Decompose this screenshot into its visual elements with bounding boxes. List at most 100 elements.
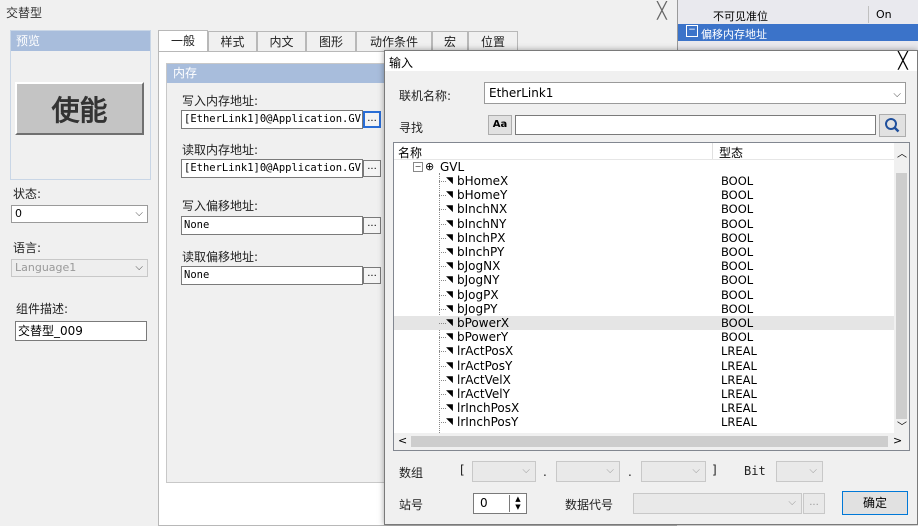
variable-row[interactable]: ◥ bJogPY BOOL xyxy=(394,302,894,316)
variable-row[interactable]: ◥ lrInchPosY LREAL xyxy=(394,415,894,429)
property-name: 不可见准位 xyxy=(713,10,768,23)
variable-icon: ◥ xyxy=(446,247,453,257)
tab-general[interactable]: 一般 xyxy=(158,30,208,52)
connection-value: EtherLink1 xyxy=(489,86,554,100)
search-icon xyxy=(885,118,900,133)
read-offset-browse-button[interactable]: ... xyxy=(363,267,381,284)
scroll-up-icon[interactable]: ︿ xyxy=(897,145,907,160)
variable-row[interactable]: ◥ lrActPosX LREAL xyxy=(394,344,894,358)
tree-branch-line xyxy=(439,365,446,367)
read-offset-label: 读取偏移地址: xyxy=(182,250,259,264)
data-code-browse-button[interactable]: ... xyxy=(803,493,825,514)
tab-text[interactable]: 内文 xyxy=(257,31,306,51)
preview-button[interactable]: 使能 xyxy=(15,82,144,135)
search-button[interactable] xyxy=(879,114,906,137)
read-offset-field[interactable]: None xyxy=(181,266,363,285)
description-input[interactable]: 交替型_009 xyxy=(15,321,147,341)
ok-button[interactable]: 确定 xyxy=(842,491,908,515)
variable-row[interactable]: ◥ bHomeY BOOL xyxy=(394,188,894,202)
state-label: 状态: xyxy=(13,187,42,201)
array-index-3-select[interactable]: ⌵ xyxy=(641,461,706,482)
variable-list[interactable]: 名称 型态 − ⊕ GVL ◥ bHomeX BOOL ◥ bHomeY BOOL ◥ bIn… xyxy=(393,142,910,451)
variable-row[interactable]: ◥ bInchPX BOOL xyxy=(394,231,894,245)
memory-group: 内存 写入内存地址: [EtherLink1]0@Application.GV … xyxy=(166,63,386,483)
variable-name: bInchPY xyxy=(457,245,505,259)
column-separator[interactable] xyxy=(712,143,713,159)
write-offset-browse-button[interactable]: ... xyxy=(363,217,381,234)
collapse-icon[interactable]: − xyxy=(686,25,698,37)
write-address-browse-button[interactable]: ... xyxy=(363,111,381,128)
variable-row[interactable]: ◥ bHomeX BOOL xyxy=(394,174,894,188)
connection-select[interactable]: EtherLink1 ⌵ xyxy=(484,82,906,104)
variable-type: BOOL xyxy=(721,245,754,259)
tab-graphics[interactable]: 图形 xyxy=(306,31,356,51)
variable-row[interactable]: ◥ bJogNX BOOL xyxy=(394,259,894,273)
write-address-field[interactable]: [EtherLink1]0@Application.GV xyxy=(181,110,363,129)
read-address-browse-button[interactable]: ... xyxy=(363,160,381,177)
read-address-label: 读取内存地址: xyxy=(182,143,259,157)
tab-position[interactable]: 位置 xyxy=(468,31,518,51)
match-case-button[interactable]: Aa xyxy=(488,115,512,135)
array-index-1-select[interactable]: ⌵ xyxy=(472,461,536,482)
bit-select[interactable]: ⌵ xyxy=(776,461,823,482)
read-address-field[interactable]: [EtherLink1]0@Application.GV xyxy=(181,159,363,178)
scroll-down-icon[interactable]: ﹀ xyxy=(897,418,907,433)
vertical-scroll-thumb[interactable] xyxy=(896,173,907,419)
variable-row[interactable]: ◥ bPowerX BOOL xyxy=(394,316,894,331)
preview-header: 预览 xyxy=(11,31,150,51)
variable-row[interactable]: ◥ lrActVelY LREAL xyxy=(394,387,894,401)
tab-style[interactable]: 样式 xyxy=(208,31,257,51)
variable-row[interactable]: ◥ lrActVelX LREAL xyxy=(394,373,894,387)
variable-row[interactable]: ◥ lrInchPosX LREAL xyxy=(394,401,894,415)
tree-branch-line xyxy=(439,323,446,324)
tree-branch-line xyxy=(439,237,446,239)
write-offset-field[interactable]: None xyxy=(181,216,363,235)
station-stepper[interactable]: 0 ▲ ▼ xyxy=(473,493,527,514)
dialog-titlebar: 输入 ╳ xyxy=(385,51,917,71)
bracket-open: [ xyxy=(460,463,465,477)
spin-arrows-icon[interactable]: ▲ ▼ xyxy=(509,495,526,512)
chevron-down-icon: ⌵ xyxy=(135,262,143,273)
property-row[interactable]: 不可见准位 On xyxy=(678,6,918,23)
language-value: Language1 xyxy=(15,261,77,274)
variable-row[interactable]: ◥ bInchNX BOOL xyxy=(394,202,894,216)
chevron-down-icon: ⌵ xyxy=(522,465,530,476)
group-label: GVL xyxy=(440,160,465,174)
tree-branch-line xyxy=(439,408,446,410)
tree-branch-line xyxy=(439,351,446,353)
variable-row[interactable]: ◥ bPowerY BOOL xyxy=(394,330,894,344)
horizontal-scroll-thumb[interactable] xyxy=(411,436,888,447)
variable-icon: ◥ xyxy=(446,346,453,357)
tree-branch-line xyxy=(439,337,446,339)
variable-name: lrActPosY xyxy=(457,358,513,373)
variable-row[interactable]: ◥ bInchPY BOOL xyxy=(394,245,894,259)
variable-row[interactable]: ◥ bJogPX BOOL xyxy=(394,288,894,302)
close-icon[interactable]: ╳ xyxy=(890,51,916,71)
search-input[interactable] xyxy=(515,115,876,135)
property-row-selected[interactable]: − 偏移内存地址 xyxy=(678,24,918,41)
data-code-select[interactable]: ⌵ xyxy=(633,493,802,514)
variable-row[interactable]: ◥ bJogNY BOOL xyxy=(394,273,894,287)
variable-type: LREAL xyxy=(721,372,757,387)
variable-name: bPowerX xyxy=(457,316,510,330)
tree-group-row[interactable]: − ⊕ GVL xyxy=(394,160,694,174)
variable-row[interactable]: ◥ bInchNY BOOL xyxy=(394,217,894,231)
variable-icon: ◥ xyxy=(446,403,453,414)
property-value: On xyxy=(876,8,892,21)
variable-row[interactable]: ◥ lrActPosY LREAL xyxy=(394,359,894,373)
variable-icon: ◥ xyxy=(446,289,453,300)
tab-macro[interactable]: 宏 xyxy=(432,31,468,51)
variable-name: bJogNX xyxy=(457,259,501,274)
collapse-icon[interactable]: − xyxy=(413,162,423,172)
close-icon[interactable]: ╳ xyxy=(651,1,673,21)
tree-branch-line xyxy=(439,280,446,282)
scroll-left-icon[interactable]: < xyxy=(398,434,407,447)
state-select[interactable]: 0 ⌵ xyxy=(11,205,148,223)
variable-type: BOOL xyxy=(721,316,754,330)
variable-type: BOOL xyxy=(721,330,754,345)
language-select[interactable]: Language1 ⌵ xyxy=(11,259,148,277)
scroll-right-icon[interactable]: > xyxy=(893,434,902,447)
tab-action-condition[interactable]: 动作条件 xyxy=(356,31,432,51)
array-index-2-select[interactable]: ⌵ xyxy=(556,461,620,482)
variable-type: LREAL xyxy=(721,358,757,373)
